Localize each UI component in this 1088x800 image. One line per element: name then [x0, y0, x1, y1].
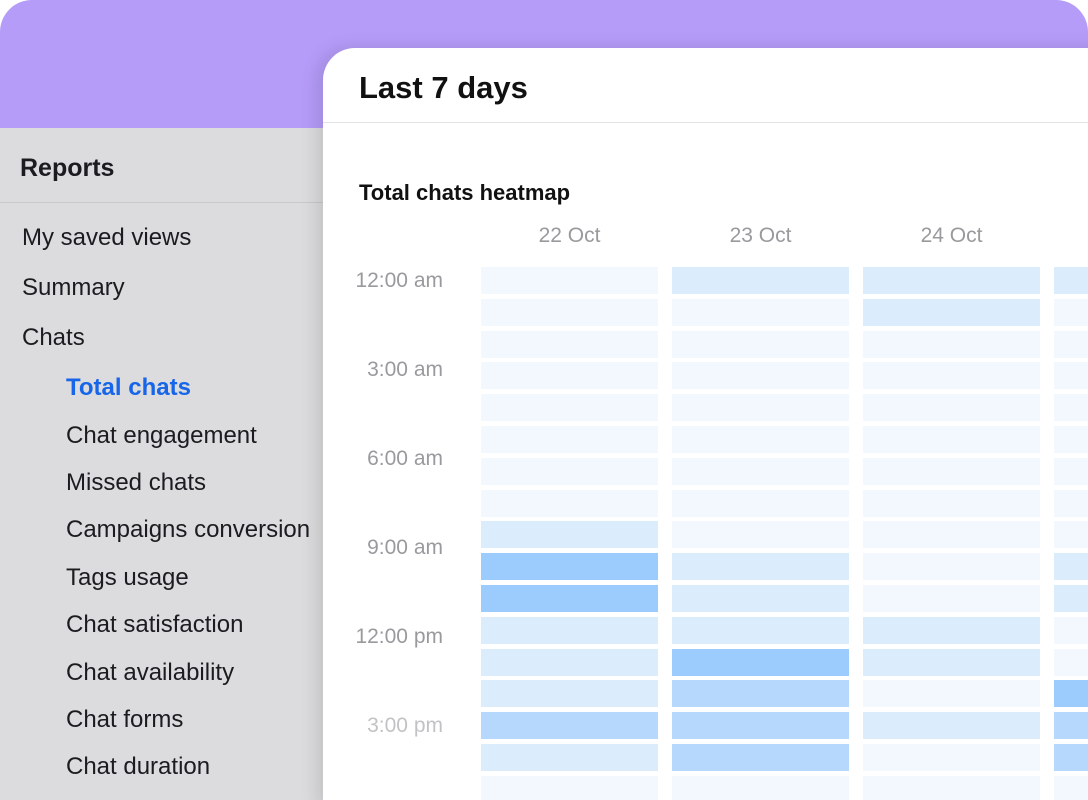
heatmap-cell[interactable] — [863, 712, 1040, 740]
sidebar-title: Reports — [20, 154, 115, 182]
column-label: 22 Oct — [538, 224, 601, 247]
heatmap-cell[interactable] — [1054, 330, 1088, 358]
heatmap-cell[interactable] — [672, 585, 849, 612]
column-label: 23 Oct — [729, 224, 792, 247]
heatmap-cell[interactable] — [672, 616, 849, 644]
sidebar-item-chat-satisfaction[interactable]: Chat satisfaction — [66, 611, 243, 639]
heatmap-cell[interactable] — [863, 585, 1040, 612]
heatmap-cell[interactable] — [863, 680, 1040, 708]
sidebar-item-chats[interactable]: Chats — [22, 324, 85, 352]
heatmap-cell[interactable] — [672, 298, 849, 326]
heatmap-title: Total chats heatmap — [359, 180, 571, 205]
report-panel: Last 7 days Total chats heatmap 22 Oct 23… — [323, 48, 1088, 800]
heatmap-cell[interactable] — [863, 330, 1040, 358]
heatmap-cell[interactable] — [863, 457, 1040, 485]
heatmap-cell[interactable] — [672, 267, 849, 294]
heatmap-cell[interactable] — [672, 521, 849, 549]
heatmap-cell[interactable] — [672, 553, 849, 581]
sidebar-item-chat-availability[interactable]: Chat availability — [66, 659, 234, 687]
heatmap-cell[interactable] — [481, 362, 658, 390]
sidebar-item-total-chats[interactable]: Total chats — [66, 374, 191, 402]
heatmap-cell[interactable] — [863, 267, 1040, 294]
sidebar-item-summary[interactable]: Summary — [22, 274, 125, 302]
row-label: 12:00 pm — [355, 625, 443, 648]
heatmap-cell[interactable] — [481, 394, 658, 422]
heatmap-cell[interactable] — [1054, 298, 1088, 326]
heatmap-cell[interactable] — [481, 298, 658, 326]
heatmap-cell[interactable] — [481, 426, 658, 453]
heatmap-cell[interactable] — [1054, 267, 1088, 294]
heatmap-cell[interactable] — [863, 744, 1040, 771]
heatmap-cell[interactable] — [672, 680, 849, 708]
heatmap-cell[interactable] — [481, 267, 658, 294]
heatmap-cell[interactable] — [863, 648, 1040, 676]
heatmap-cell[interactable] — [481, 775, 658, 800]
sidebar-item-chat-forms[interactable]: Chat forms — [66, 706, 183, 734]
heatmap-cell[interactable] — [1054, 394, 1088, 422]
row-label: 3:00 pm — [367, 714, 443, 737]
sidebar-item-campaigns-conversion[interactable]: Campaigns conversion — [66, 516, 310, 544]
app-frame: Reports My saved views Summary Chats Total … — [0, 0, 1088, 800]
heatmap-cell[interactable] — [863, 553, 1040, 581]
row-label: 9:00 am — [367, 536, 443, 559]
heatmap-cell[interactable] — [672, 744, 849, 771]
heatmap-cell[interactable] — [863, 521, 1040, 549]
heatmap-cell[interactable] — [863, 426, 1040, 453]
heatmap-cell[interactable] — [1054, 426, 1088, 453]
heatmap-cell[interactable] — [863, 394, 1040, 422]
heatmap-cell[interactable] — [863, 489, 1040, 517]
heatmap-cell[interactable] — [481, 616, 658, 644]
heatmap-cell[interactable] — [1054, 489, 1088, 517]
divider — [323, 122, 1088, 123]
heatmap-cell[interactable] — [481, 648, 658, 676]
heatmap-cell[interactable] — [1054, 457, 1088, 485]
heatmap-cell[interactable] — [863, 298, 1040, 326]
heatmap-cell[interactable] — [1054, 585, 1088, 612]
heatmap-cell[interactable] — [1054, 744, 1088, 771]
heatmap-cell[interactable] — [481, 489, 658, 517]
divider — [0, 202, 340, 203]
heatmap-cell[interactable] — [672, 330, 849, 358]
heatmap-cell[interactable] — [863, 362, 1040, 390]
sidebar-item-chat-duration[interactable]: Chat duration — [66, 753, 210, 781]
heatmap-cell[interactable] — [1054, 680, 1088, 708]
heatmap-cell[interactable] — [1054, 712, 1088, 740]
heatmap-cell[interactable] — [1054, 362, 1088, 390]
heatmap-cell[interactable] — [672, 362, 849, 390]
heatmap-cell[interactable] — [481, 521, 658, 549]
heatmap-cell[interactable] — [1054, 775, 1088, 800]
row-label: 12:00 am — [355, 269, 443, 292]
heatmap-cell[interactable] — [481, 744, 658, 771]
heatmap-cell[interactable] — [863, 775, 1040, 800]
column-label: 24 Oct — [920, 224, 983, 247]
heatmap-cell[interactable] — [481, 553, 658, 581]
sidebar-item-missed-chats[interactable]: Missed chats — [66, 469, 206, 497]
sidebar-item-my-saved-views[interactable]: My saved views — [22, 224, 191, 252]
sidebar-item-tags-usage[interactable]: Tags usage — [66, 564, 189, 592]
page-title: Last 7 days — [359, 70, 528, 105]
heatmap-cell[interactable] — [672, 457, 849, 485]
sidebar-item-chat-engagement[interactable]: Chat engagement — [66, 422, 257, 450]
heatmap-cell[interactable] — [1054, 648, 1088, 676]
heatmap-cell[interactable] — [672, 775, 849, 800]
heatmap-cell[interactable] — [481, 457, 658, 485]
row-label: 3:00 am — [367, 358, 443, 381]
heatmap-cell[interactable] — [481, 712, 658, 740]
heatmap-cell[interactable] — [672, 712, 849, 740]
heatmap-cell[interactable] — [1054, 616, 1088, 644]
row-label: 6:00 am — [367, 447, 443, 470]
heatmap-cell[interactable] — [863, 616, 1040, 644]
heatmap-cell[interactable] — [672, 648, 849, 676]
heatmap-cell[interactable] — [481, 330, 658, 358]
heatmap-cell[interactable] — [672, 489, 849, 517]
heatmap-cell[interactable] — [481, 680, 658, 708]
heatmap-cell[interactable] — [1054, 521, 1088, 549]
heatmap-cell[interactable] — [1054, 553, 1088, 581]
heatmap-cell[interactable] — [672, 426, 849, 453]
reports-sidebar: Reports My saved views Summary Chats Total … — [0, 128, 340, 800]
heatmap-cell[interactable] — [481, 585, 658, 612]
heatmap-cell[interactable] — [672, 394, 849, 422]
